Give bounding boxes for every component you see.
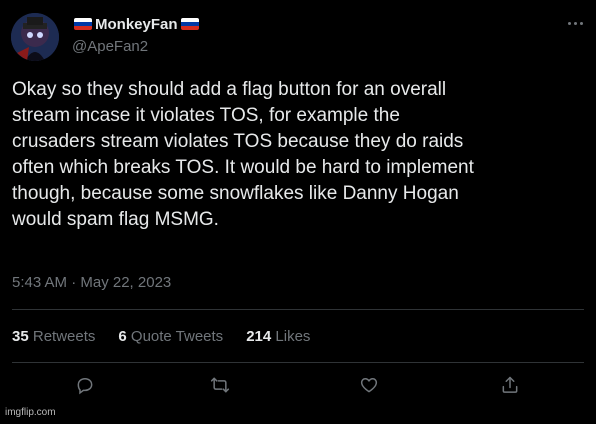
tweet-text-line: though, because some snowflakes like Dan… [12,183,459,204]
retweets-stat[interactable]: 35 Retweets [12,328,95,345]
avatar[interactable] [11,13,59,61]
likes-stat[interactable]: 214 Likes [246,328,310,345]
heart-icon[interactable] [357,373,381,397]
quote-tweets-label: Quote Tweets [130,328,224,345]
action-bar [0,373,596,397]
russia-flag-icon [180,18,199,30]
quote-tweets-count: 6 [118,328,127,345]
tweet-text-line: often which breaks TOS. It would be hard… [12,157,474,178]
engagement-stats: 35 Retweets 6 Quote Tweets 214 Likes [12,328,333,345]
tweet-text-line: would spam flag MSMG. [12,209,219,230]
reply-icon[interactable] [73,373,97,397]
tweet-text-line: stream incase it violates TOS, for examp… [12,105,400,126]
more-options-icon[interactable] [563,13,587,33]
user-handle[interactable]: @ApeFan2 [72,38,148,55]
russia-flag-icon [74,18,92,30]
author-name-row[interactable]: MonkeyFan [72,14,201,34]
watermark: imgflip.com [5,407,56,418]
retweet-icon[interactable] [208,373,232,397]
tweet-text: Okay so they should add a flag button fo… [12,77,584,233]
divider [12,362,584,363]
tweet-timestamp[interactable]: 5:43 AM · May 22, 2023 [12,274,171,291]
share-icon[interactable] [498,373,522,397]
tweet: MonkeyFan @ApeFan2 Okay so they should a… [0,0,596,424]
likes-count: 214 [246,328,272,345]
retweets-count: 35 [12,328,29,345]
quote-tweets-stat[interactable]: 6 Quote Tweets [118,328,223,345]
tweet-text-line: Okay so they should add a flag button fo… [12,79,447,100]
divider [12,309,584,310]
display-name: MonkeyFan [95,15,178,33]
retweets-label: Retweets [32,328,96,345]
tweet-text-line: crusaders stream violates TOS because th… [12,131,464,152]
likes-label: Likes [275,328,311,345]
